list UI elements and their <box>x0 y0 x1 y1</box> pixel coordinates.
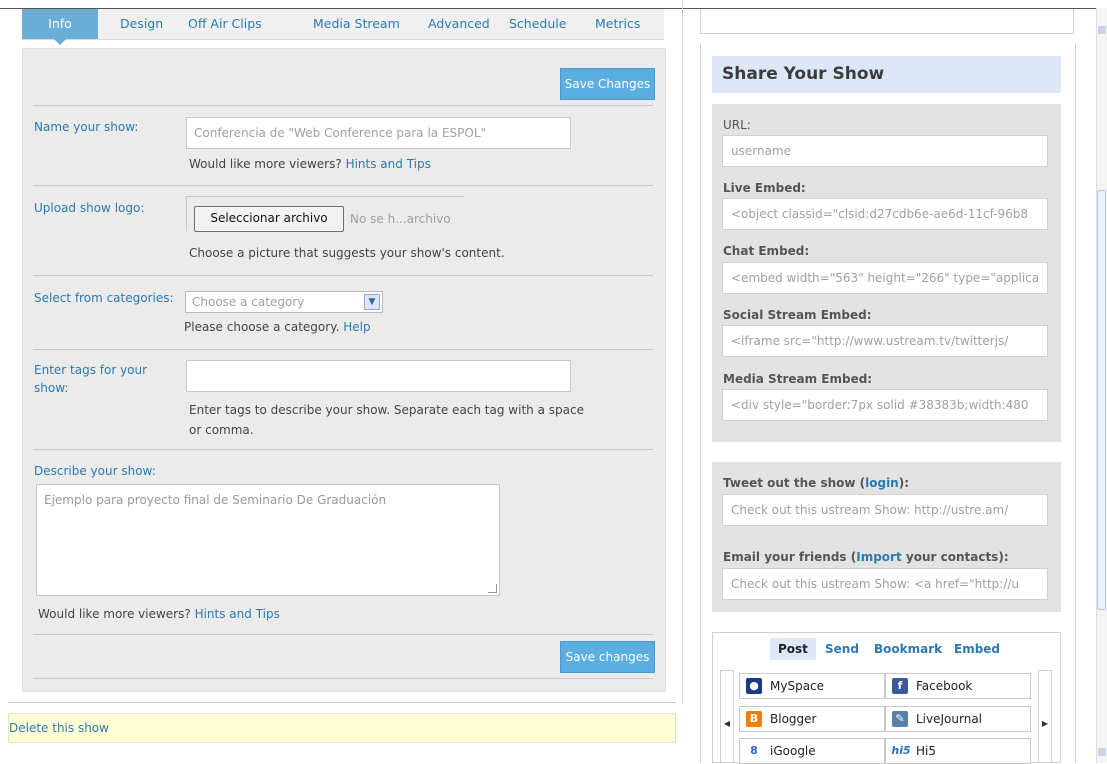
share-your-show-title: Share Your Show <box>712 56 1061 93</box>
share-livejournal[interactable]: ✎ LiveJournal <box>885 706 1031 732</box>
blogger-icon: B <box>746 711 762 727</box>
logo-label: Upload show logo: <box>34 201 145 215</box>
media-stream-embed-label: Media Stream Embed: <box>723 372 873 386</box>
email-label-suffix: your contacts): <box>901 550 1009 564</box>
top-right-box <box>700 9 1074 34</box>
social-stream-embed-field[interactable]: <iframe src="http://www.ustream.tv/twitt… <box>722 325 1048 357</box>
describe-label: Describe your show: <box>34 464 156 478</box>
service-label: LiveJournal <box>916 712 983 726</box>
category-help-text: Please choose a category. <box>184 320 340 334</box>
describe-help-text: Would like more viewers? <box>38 607 191 621</box>
tab-embed[interactable]: Embed <box>954 638 1000 660</box>
save-changes-button-top[interactable]: Save Changes <box>560 68 655 100</box>
login-link[interactable]: login <box>865 476 899 490</box>
divider <box>33 185 653 186</box>
service-label: MySpace <box>770 679 825 693</box>
share-hi5[interactable]: hi5 Hi5 <box>885 738 1031 764</box>
tab-bookmark[interactable]: Bookmark <box>874 638 942 660</box>
tab-info[interactable]: Info <box>22 9 98 39</box>
tags-input[interactable] <box>186 360 571 392</box>
tab-media-stream[interactable]: Media Stream <box>313 16 400 31</box>
logo-help: Choose a picture that suggests your show… <box>189 246 505 260</box>
info-form-panel: Save Changes Name your show: Conferencia… <box>22 48 666 692</box>
share-myspace[interactable]: ● MySpace <box>739 673 885 699</box>
choose-file-button[interactable]: Seleccionar archivo <box>194 206 344 232</box>
url-label: URL: <box>723 118 751 132</box>
chat-embed-field[interactable]: <embed width="563" height="266" type="ap… <box>722 262 1048 294</box>
tab-off-air-clips[interactable]: Off Air Clips <box>188 16 262 31</box>
hints-and-tips-link[interactable]: Hints and Tips <box>346 157 431 171</box>
tab-advanced[interactable]: Advanced <box>428 16 490 31</box>
tab-bar: Info Design Off Air Clips Media Stream A… <box>22 9 664 45</box>
save-changes-button-bottom[interactable]: Save changes <box>560 641 655 673</box>
scroll-up-icon[interactable] <box>1098 26 1106 34</box>
divider <box>33 349 653 350</box>
tweet-field[interactable]: Check out this ustream Show: http://ustr… <box>722 494 1048 526</box>
service-label: Hi5 <box>916 744 936 758</box>
tab-design[interactable]: Design <box>120 16 163 31</box>
tab-send[interactable]: Send <box>825 638 859 660</box>
url-field[interactable]: username <box>722 135 1048 167</box>
describe-textarea[interactable]: Ejemplo para proyecto final de Seminario… <box>36 484 500 596</box>
divider <box>8 702 676 703</box>
divider <box>33 105 653 106</box>
tags-help: Enter tags to describe your show. Separa… <box>189 403 584 437</box>
delete-show-link[interactable]: Delete this show <box>9 721 109 735</box>
tab-post[interactable]: Post <box>770 638 816 660</box>
chat-embed-label: Chat Embed: <box>723 244 810 258</box>
tweet-label-suffix: ): <box>898 476 910 490</box>
service-label: iGoogle <box>770 744 816 758</box>
describe-text: Ejemplo para proyecto final de Seminario… <box>44 493 387 507</box>
tab-metrics[interactable]: Metrics <box>595 16 640 31</box>
resize-handle[interactable] <box>488 584 497 593</box>
category-help: Please choose a category. Help <box>184 317 371 337</box>
facebook-icon: f <box>892 678 908 694</box>
file-status: No se h...archivo <box>350 212 451 226</box>
myspace-icon: ● <box>746 678 762 694</box>
email-field[interactable]: Check out this ustream Show: <a href="ht… <box>722 568 1048 600</box>
name-help: Would like more viewers? Hints and Tips <box>189 154 431 174</box>
category-label: Select from categories: <box>34 291 174 305</box>
import-contacts-link[interactable]: Import <box>856 550 901 564</box>
livejournal-icon: ✎ <box>892 711 908 727</box>
divider <box>33 275 653 276</box>
service-label: Blogger <box>770 712 817 726</box>
email-label: Email your friends (Import your contacts… <box>723 550 1009 564</box>
email-label-text: Email your friends ( <box>723 550 857 564</box>
scroll-left-arrow[interactable]: ◀ <box>720 670 734 763</box>
divider <box>33 634 653 635</box>
media-stream-embed-field[interactable]: <div style="border:7px solid #38383b;wid… <box>722 389 1048 421</box>
column-divider <box>682 0 683 703</box>
help-link[interactable]: Help <box>343 320 370 334</box>
tags-label: Enter tags for your show: <box>34 363 148 395</box>
hints-and-tips-link[interactable]: Hints and Tips <box>195 607 280 621</box>
hi5-icon: hi5 <box>890 743 912 759</box>
tweet-label-text: Tweet out the show ( <box>723 476 866 490</box>
igoogle-icon: 8 <box>746 743 762 759</box>
scroll-right-arrow[interactable]: ▶ <box>1038 670 1052 763</box>
social-stream-embed-label: Social Stream Embed: <box>723 308 872 322</box>
name-help-text: Would like more viewers? <box>189 157 342 171</box>
share-facebook[interactable]: f Facebook <box>885 673 1031 699</box>
divider <box>33 678 653 679</box>
category-select-value: Choose a category <box>192 295 305 309</box>
service-label: Facebook <box>916 679 973 693</box>
scroll-down-icon[interactable] <box>1098 748 1106 756</box>
describe-help: Would like more viewers? Hints and Tips <box>38 604 280 624</box>
live-embed-label: Live Embed: <box>723 181 806 195</box>
scrollbar-thumb[interactable] <box>1097 190 1106 610</box>
name-label: Name your show: <box>34 120 139 134</box>
live-embed-field[interactable]: <object classid="clsid:d27cdb6e-ae6d-11c… <box>722 198 1048 230</box>
chevron-down-icon[interactable]: ▼ <box>364 294 380 310</box>
share-blogger[interactable]: B Blogger <box>739 706 885 732</box>
category-select[interactable]: Choose a category ▼ <box>185 291 383 313</box>
share-igoogle[interactable]: 8 iGoogle <box>739 738 885 764</box>
tab-schedule[interactable]: Schedule <box>509 16 566 31</box>
delete-show-bar: Delete this show <box>8 713 676 743</box>
divider <box>33 449 653 450</box>
tweet-label: Tweet out the show (login): <box>723 476 909 490</box>
show-name-input[interactable]: Conferencia de "Web Conference para la E… <box>186 117 571 149</box>
active-tab-pointer <box>54 39 66 45</box>
